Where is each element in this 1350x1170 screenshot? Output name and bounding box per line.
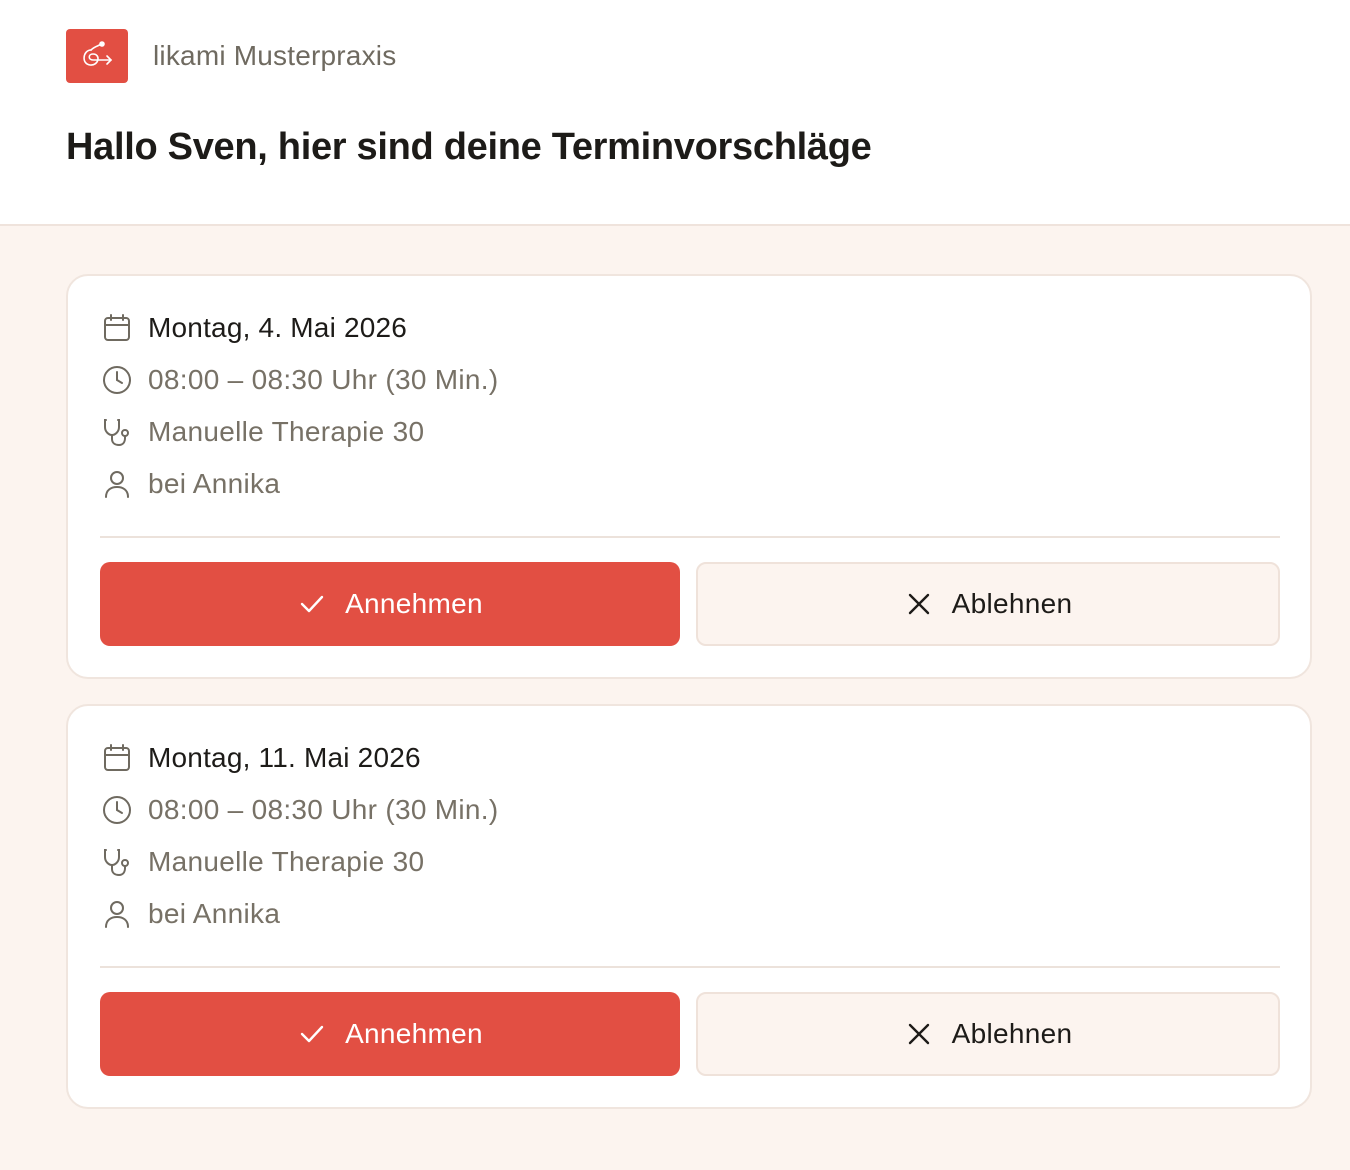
- practice-name: likami Musterpraxis: [153, 40, 397, 71]
- page-header: likami Musterpraxis Hallo Sven, hier sin…: [0, 0, 1350, 226]
- appointment-time: 08:00 – 08:30 Uhr (30 Min.): [148, 794, 499, 825]
- appointment-therapist: bei Annika: [148, 468, 281, 499]
- close-icon: [904, 589, 934, 619]
- appointment-date: Montag, 11. Mai 2026: [148, 742, 421, 773]
- decline-button[interactable]: Ablehnen: [696, 992, 1280, 1076]
- accept-button[interactable]: Annehmen: [100, 992, 680, 1076]
- decline-button-label: Ablehnen: [951, 588, 1073, 619]
- appointment-time-row: 08:00 – 08:30 Uhr (30 Min.): [100, 790, 499, 830]
- clock-icon: [100, 793, 134, 827]
- calendar-icon: [100, 311, 134, 345]
- check-icon: [297, 1019, 327, 1049]
- decline-button-label: Ablehnen: [951, 1018, 1073, 1049]
- appointment-card: Montag, 11. Mai 2026 08:00 – 08:30 Uhr (…: [66, 704, 1312, 1109]
- appointment-card: Montag, 4. Mai 2026 08:00 – 08:30 Uhr (3…: [66, 274, 1312, 679]
- page-title: Hallo Sven, hier sind deine Terminvorsch…: [66, 126, 872, 168]
- appointment-date: Montag, 4. Mai 2026: [148, 312, 408, 343]
- user-icon: [100, 897, 134, 931]
- card-divider: [100, 536, 1280, 538]
- likami-logo-icon: [66, 29, 128, 83]
- accept-button-label: Annehmen: [345, 1018, 483, 1049]
- accept-button-label: Annehmen: [345, 588, 483, 619]
- card-divider: [100, 966, 1280, 968]
- appointment-treatment: Manuelle Therapie 30: [148, 846, 425, 877]
- user-icon: [100, 467, 134, 501]
- clock-icon: [100, 363, 134, 397]
- practice-brand: likami Musterpraxis: [66, 29, 396, 83]
- accept-button[interactable]: Annehmen: [100, 562, 680, 646]
- check-icon: [297, 589, 327, 619]
- appointment-date-row: Montag, 4. Mai 2026: [100, 308, 407, 348]
- appointment-treatment: Manuelle Therapie 30: [148, 416, 425, 447]
- appointment-therapist-row: bei Annika: [100, 894, 280, 934]
- decline-button[interactable]: Ablehnen: [696, 562, 1280, 646]
- stethoscope-icon: [100, 845, 134, 879]
- stethoscope-icon: [100, 415, 134, 449]
- appointment-time-row: 08:00 – 08:30 Uhr (30 Min.): [100, 360, 499, 400]
- appointment-treatment-row: Manuelle Therapie 30: [100, 842, 424, 882]
- appointment-time: 08:00 – 08:30 Uhr (30 Min.): [148, 364, 499, 395]
- appointment-therapist: bei Annika: [148, 898, 281, 929]
- appointment-treatment-row: Manuelle Therapie 30: [100, 412, 424, 452]
- appointment-therapist-row: bei Annika: [100, 464, 280, 504]
- calendar-icon: [100, 741, 134, 775]
- close-icon: [904, 1019, 934, 1049]
- appointment-date-row: Montag, 11. Mai 2026: [100, 738, 421, 778]
